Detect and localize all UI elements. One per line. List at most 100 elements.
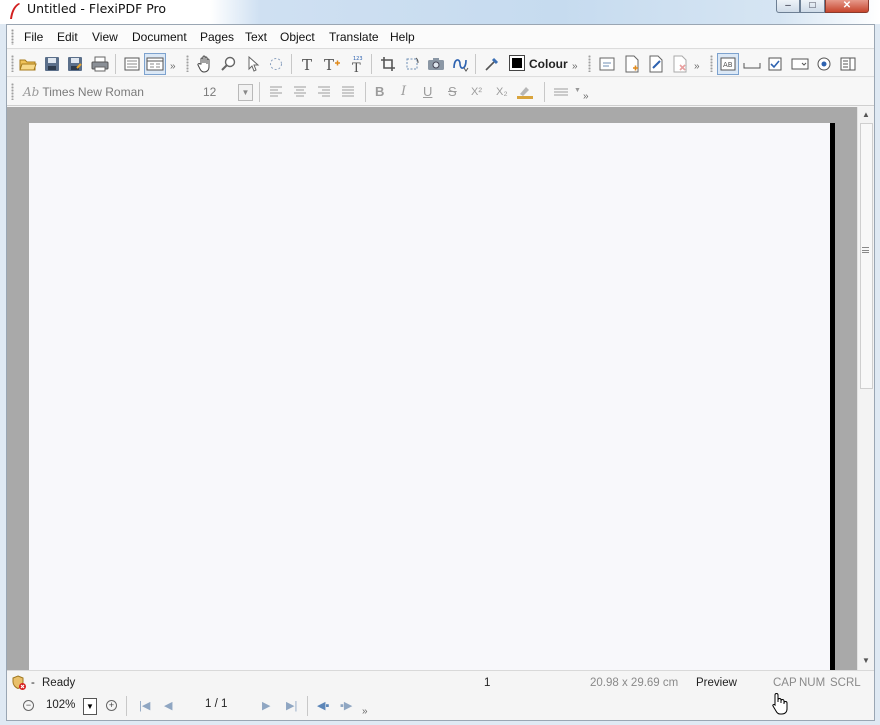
toolbar-grip[interactable] — [186, 55, 189, 72]
combo-field-icon[interactable] — [789, 53, 811, 75]
page-number-field[interactable]: 1 / 1 — [205, 698, 227, 710]
path-tool-icon[interactable] — [450, 53, 472, 75]
zoom-in-icon[interactable]: + — [106, 700, 117, 711]
open-folder-icon[interactable] — [17, 53, 39, 75]
first-page-icon[interactable]: |◀ — [139, 699, 150, 713]
view-mode[interactable]: Preview — [696, 676, 737, 690]
menu-pages[interactable]: Pages — [200, 30, 234, 44]
hand-cursor-icon — [772, 693, 788, 715]
toolbar-separator — [365, 82, 366, 102]
text-add-icon[interactable]: T — [321, 53, 343, 75]
scroll-down-icon[interactable]: ▼ — [862, 656, 870, 665]
svg-text:T: T — [324, 56, 334, 72]
last-page-icon[interactable]: ▶| — [286, 699, 297, 713]
toolbar-overflow-2[interactable]: » — [572, 62, 578, 72]
two-page-view-icon[interactable] — [144, 53, 166, 75]
insert-page-icon[interactable] — [621, 53, 643, 75]
menu-document[interactable]: Document — [132, 30, 187, 44]
save-as-icon[interactable] — [64, 53, 86, 75]
bold-icon[interactable]: B — [375, 84, 384, 100]
navigation-overflow[interactable]: » — [362, 707, 368, 717]
zoom-out-icon[interactable]: − — [23, 700, 34, 711]
single-page-view-icon[interactable] — [121, 53, 143, 75]
history-forward-icon[interactable]: ▪▶ — [340, 699, 352, 713]
menu-view[interactable]: View — [92, 30, 118, 44]
minimize-button[interactable]: – — [776, 0, 800, 13]
close-button[interactable]: ✕ — [825, 0, 869, 13]
text-highlight-icon[interactable] — [514, 81, 536, 103]
radio-field-icon[interactable] — [813, 53, 835, 75]
checkbox-field-icon[interactable] — [764, 53, 786, 75]
maximize-button[interactable]: □ — [800, 0, 825, 13]
menu-grip[interactable] — [11, 29, 14, 45]
align-right-icon[interactable] — [313, 81, 335, 103]
font-size-dropdown-icon[interactable]: ▼ — [238, 84, 253, 101]
italic-icon[interactable]: I — [401, 84, 406, 100]
toolbar-separator — [544, 82, 545, 102]
minimize-icon: – — [785, 0, 791, 11]
underline-icon[interactable]: U — [423, 84, 432, 100]
toolbar-overflow-1[interactable]: » — [170, 62, 176, 72]
scroll-thumb[interactable] — [860, 123, 873, 389]
previous-page-icon[interactable]: ◀ — [164, 699, 172, 713]
line-spacing-dropdown-icon[interactable]: ▼ — [574, 86, 581, 96]
menu-object[interactable]: Object — [280, 30, 315, 44]
vertical-scrollbar[interactable]: ▲ ▼ — [857, 107, 874, 670]
toolbar-overflow-3[interactable]: » — [694, 62, 700, 72]
close-icon: ✕ — [842, 0, 852, 11]
menu-help[interactable]: Help — [390, 30, 415, 44]
snapshot-icon[interactable] — [425, 53, 447, 75]
toolbar-grip[interactable] — [710, 55, 713, 72]
crop-icon[interactable] — [377, 53, 399, 75]
align-center-icon[interactable] — [289, 81, 311, 103]
lasso-select-icon[interactable] — [265, 53, 287, 75]
num-lock-indicator: NUM — [799, 677, 826, 689]
align-left-icon[interactable] — [265, 81, 287, 103]
svg-text:AB: AB — [723, 61, 733, 69]
status-dash: - — [31, 677, 35, 689]
form-field-icon[interactable]: AB — [717, 53, 739, 75]
edit-page-icon[interactable] — [645, 53, 667, 75]
zoom-tool-icon[interactable] — [218, 53, 240, 75]
colour-label[interactable]: Colour — [529, 57, 568, 71]
menu-file[interactable]: File — [24, 30, 43, 44]
toolbar-grip[interactable] — [588, 55, 591, 72]
zoom-dropdown-icon[interactable]: ▼ — [83, 698, 97, 715]
hand-tool-icon[interactable] — [194, 53, 216, 75]
font-size-field[interactable]: 12 — [203, 83, 231, 101]
delete-page-icon[interactable] — [669, 53, 691, 75]
security-shield-icon[interactable] — [11, 675, 27, 691]
align-justify-icon[interactable] — [337, 81, 359, 103]
menu-translate[interactable]: Translate — [329, 30, 379, 44]
line-spacing-icon[interactable] — [550, 81, 572, 103]
colour-swatch[interactable] — [509, 55, 525, 71]
menu-edit[interactable]: Edit — [57, 30, 78, 44]
font-name-field[interactable]: Ab Times New Roman — [21, 83, 191, 101]
toolbar-separator — [307, 696, 308, 716]
toolbar-separator — [126, 696, 127, 716]
rotate-object-icon[interactable] — [401, 53, 423, 75]
strikethrough-icon[interactable]: S — [448, 84, 457, 100]
subscript-icon[interactable]: X₂ — [496, 84, 508, 100]
toolbar-grip[interactable] — [11, 55, 14, 72]
toolbar-grip[interactable] — [11, 83, 14, 100]
superscript-icon[interactable]: X² — [471, 84, 482, 100]
menu-text[interactable]: Text — [245, 30, 267, 44]
text-numbering-icon[interactable]: 123 T — [346, 53, 368, 75]
toolbar-separator — [475, 54, 476, 74]
document-canvas[interactable] — [7, 107, 857, 683]
list-field-icon[interactable] — [837, 53, 859, 75]
history-back-icon[interactable]: ◀▪ — [317, 699, 329, 713]
scroll-up-icon[interactable]: ▲ — [862, 110, 870, 119]
select-arrow-icon[interactable] — [242, 53, 264, 75]
save-icon[interactable] — [41, 53, 63, 75]
eyedropper-icon[interactable] — [481, 53, 503, 75]
text-tool-icon[interactable]: T — [297, 53, 319, 75]
print-icon[interactable] — [89, 53, 111, 75]
zoom-level[interactable]: 102% — [46, 699, 75, 711]
underline-field-icon[interactable] — [741, 53, 763, 75]
format-overflow[interactable]: » — [583, 92, 589, 102]
next-page-icon[interactable]: ▶ — [262, 699, 270, 713]
page-annotation-icon[interactable] — [596, 53, 618, 75]
pdf-page[interactable] — [29, 123, 835, 683]
